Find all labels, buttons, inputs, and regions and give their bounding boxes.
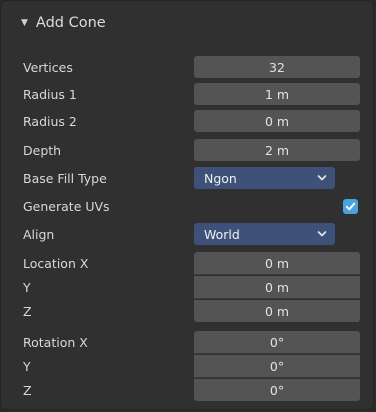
generate-uvs-label: Generate UVs	[23, 198, 110, 214]
rotation-x-label: Rotation X	[23, 334, 88, 350]
generate-uvs-checkbox[interactable]	[343, 198, 358, 214]
base-fill-type-row: Base Fill Type Ngon	[1, 166, 373, 190]
rotation-z-field[interactable]: 0°	[194, 379, 360, 401]
radius1-row: Radius 1 1 m	[1, 82, 373, 106]
panel-header[interactable]: ▼ Add Cone	[1, 1, 373, 45]
align-row: Align World	[1, 222, 373, 246]
base-fill-type-dropdown[interactable]: Ngon	[194, 167, 335, 189]
add-cone-panel: ▼ Add Cone Vertices 32 Radius 1 1 m Radi…	[0, 0, 374, 410]
rotation-z-label: Z	[23, 382, 32, 398]
location-y-field[interactable]: 0 m	[194, 276, 360, 298]
rotation-x-row: Rotation X 0°	[1, 330, 373, 354]
rotation-z-row: Z 0°	[1, 378, 373, 402]
depth-label: Depth	[23, 142, 62, 158]
location-z-label: Z	[23, 303, 32, 319]
radius2-row: Radius 2 0 m	[1, 109, 373, 133]
depth-field[interactable]: 2 m	[194, 139, 360, 161]
panel-title: Add Cone	[35, 15, 106, 31]
chevron-down-icon	[317, 175, 327, 181]
vertices-label: Vertices	[23, 59, 73, 75]
generate-uvs-row: Generate UVs	[1, 194, 373, 218]
checkmark-icon	[345, 202, 356, 210]
rotation-y-label: Y	[23, 358, 31, 374]
vertices-row: Vertices 32	[1, 55, 373, 79]
base-fill-type-value: Ngon	[204, 170, 237, 186]
radius2-field[interactable]: 0 m	[194, 110, 360, 132]
radius1-label: Radius 1	[23, 86, 77, 102]
radius1-field[interactable]: 1 m	[194, 83, 360, 105]
location-z-field[interactable]: 0 m	[194, 300, 360, 322]
collapse-triangle-icon[interactable]: ▼	[21, 18, 28, 28]
chevron-down-icon	[317, 231, 327, 237]
align-value: World	[204, 226, 240, 242]
rotation-y-field[interactable]: 0°	[194, 355, 360, 377]
location-y-label: Y	[23, 279, 31, 295]
location-x-row: Location X 0 m	[1, 251, 373, 275]
depth-row: Depth 2 m	[1, 138, 373, 162]
align-label: Align	[23, 226, 55, 242]
location-z-row: Z 0 m	[1, 299, 373, 323]
base-fill-type-label: Base Fill Type	[23, 170, 107, 186]
location-x-label: Location X	[23, 255, 89, 271]
location-x-field[interactable]: 0 m	[194, 252, 360, 274]
rotation-x-field[interactable]: 0°	[194, 331, 360, 353]
rotation-y-row: Y 0°	[1, 354, 373, 378]
location-y-row: Y 0 m	[1, 275, 373, 299]
radius2-label: Radius 2	[23, 113, 77, 129]
vertices-field[interactable]: 32	[194, 56, 360, 78]
align-dropdown[interactable]: World	[194, 223, 335, 245]
